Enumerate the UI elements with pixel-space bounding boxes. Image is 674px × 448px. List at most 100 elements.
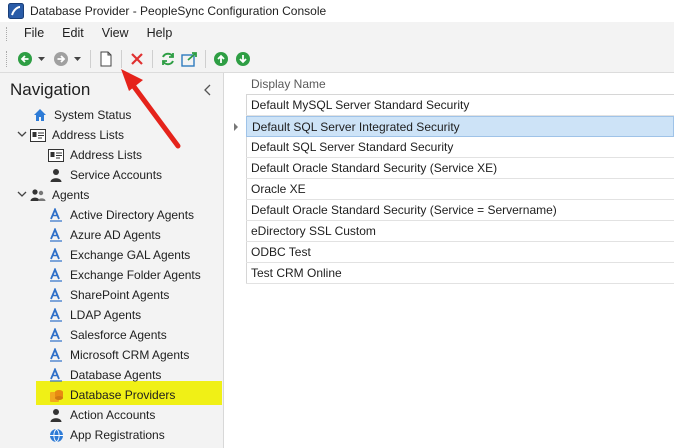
nav-item-label: LDAP Agents <box>70 308 142 322</box>
table-row[interactable]: Test CRM Online <box>246 263 674 284</box>
nav-item-active-directory-agents[interactable]: Active Directory Agents <box>48 205 194 225</box>
nav-item-label: Address Lists <box>52 128 125 142</box>
nav-item-address-lists[interactable]: Address Lists <box>48 145 142 165</box>
nav-item-azure-ad-agents[interactable]: Azure AD Agents <box>48 225 161 245</box>
nav-item-agents-group[interactable]: Agents <box>30 185 89 205</box>
menu-grip <box>6 26 9 41</box>
menu-bar: File Edit View Help <box>0 22 674 45</box>
forward-icon <box>54 51 68 66</box>
export-button[interactable] <box>179 48 201 70</box>
back-dropdown[interactable] <box>36 48 46 70</box>
nav-item-system-status[interactable]: System Status <box>32 105 131 125</box>
content-pane: Display Name Default MySQL Server Standa… <box>224 73 674 448</box>
nav-item-sharepoint-agents[interactable]: SharePoint Agents <box>48 285 169 305</box>
nav-item-label: Azure AD Agents <box>70 228 161 242</box>
nav-item-salesforce-agents[interactable]: Salesforce Agents <box>48 325 167 345</box>
nav-item-exchange-gal-agents[interactable]: Exchange GAL Agents <box>48 245 190 265</box>
agent-icon <box>48 247 64 263</box>
window-title: Database Provider - PeopleSync Configura… <box>30 4 327 18</box>
nav-item-label: Action Accounts <box>70 408 156 422</box>
home-icon <box>32 107 48 123</box>
refresh-icon <box>162 52 174 65</box>
agent-icon <box>48 367 64 383</box>
row-indicator-header <box>224 73 246 95</box>
people-icon <box>30 187 46 203</box>
menu-edit[interactable]: Edit <box>53 22 93 45</box>
nav-item-exchange-folder-agents[interactable]: Exchange Folder Agents <box>48 265 201 285</box>
address-card-icon <box>48 147 64 163</box>
table-row[interactable]: Default SQL Server Standard Security <box>246 137 674 158</box>
globe-icon <box>48 427 64 443</box>
database-provider-icon <box>48 387 64 403</box>
expand-chevron-icon[interactable] <box>16 188 28 200</box>
person-icon <box>48 407 64 423</box>
nav-item-label: Exchange Folder Agents <box>70 268 201 282</box>
move-down-button[interactable] <box>232 48 254 70</box>
nav-item-label: Database Agents <box>70 368 162 382</box>
nav-item-label: Address Lists <box>70 148 143 162</box>
nav-item-service-accounts[interactable]: Service Accounts <box>48 165 162 185</box>
agent-icon <box>48 347 64 363</box>
nav-item-app-registrations[interactable]: App Registrations <box>48 425 165 445</box>
toolbar-separator <box>90 49 91 68</box>
nav-item-label: SharePoint Agents <box>70 288 170 302</box>
toolbar <box>0 45 674 73</box>
nav-item-action-accounts[interactable]: Action Accounts <box>48 405 155 425</box>
nav-item-ldap-agents[interactable]: LDAP Agents <box>48 305 141 325</box>
chevron-down-icon <box>73 56 81 61</box>
agent-icon <box>48 307 64 323</box>
forward-button[interactable] <box>50 48 72 70</box>
toolbar-grip <box>6 50 9 67</box>
column-header-display-name[interactable]: Display Name <box>246 73 674 95</box>
navigation-header: Navigation <box>10 80 91 99</box>
table-row[interactable]: Default Oracle Standard Security (Servic… <box>246 158 674 179</box>
menu-view[interactable]: View <box>93 22 138 45</box>
nav-item-microsoft-crm-agents[interactable]: Microsoft CRM Agents <box>48 345 189 365</box>
nav-item-label: Microsoft CRM Agents <box>70 348 190 362</box>
chevron-down-icon <box>37 56 45 61</box>
agent-icon <box>48 327 64 343</box>
nav-item-label: Service Accounts <box>70 168 163 182</box>
nav-item-address-lists-group[interactable]: Address Lists <box>30 125 124 145</box>
title-bar: Database Provider - PeopleSync Configura… <box>0 0 674 22</box>
nav-item-label: Database Providers <box>70 388 176 402</box>
back-button[interactable] <box>14 48 36 70</box>
nav-item-label: Exchange GAL Agents <box>70 248 191 262</box>
current-row-arrow-icon <box>234 123 238 131</box>
table-row[interactable]: Default MySQL Server Standard Security <box>246 95 674 116</box>
app-icon <box>8 3 24 19</box>
agent-icon <box>48 287 64 303</box>
table-row[interactable]: ODBC Test <box>246 242 674 263</box>
nav-item-database-agents[interactable]: Database Agents <box>48 365 161 385</box>
collapse-chevron-icon[interactable] <box>201 83 215 97</box>
back-icon <box>18 51 32 66</box>
delete-button[interactable] <box>126 48 148 70</box>
move-up-icon <box>214 51 228 66</box>
nav-item-label: Active Directory Agents <box>70 208 195 222</box>
nav-item-database-providers[interactable]: Database Providers <box>48 385 175 405</box>
agent-icon <box>48 267 64 283</box>
table-row[interactable]: Default Oracle Standard Security (Servic… <box>246 200 674 221</box>
forward-dropdown[interactable] <box>72 48 82 70</box>
menu-help[interactable]: Help <box>138 22 182 45</box>
table-row-selected[interactable]: Default SQL Server Integrated Security <box>246 116 674 137</box>
refresh-button[interactable] <box>157 48 179 70</box>
nav-item-label: Salesforce Agents <box>70 328 167 342</box>
nav-item-label: App Registrations <box>70 428 165 442</box>
export-icon <box>181 51 197 67</box>
nav-item-label: Agents <box>52 188 90 202</box>
move-down-icon <box>236 51 250 66</box>
toolbar-separator <box>121 49 122 68</box>
agent-icon <box>48 227 64 243</box>
toolbar-separator <box>152 49 153 68</box>
delete-icon <box>131 52 143 65</box>
table-row[interactable]: Oracle XE <box>246 179 674 200</box>
expand-chevron-icon[interactable] <box>16 128 28 140</box>
menu-file[interactable]: File <box>15 22 53 45</box>
new-document-icon <box>100 51 112 66</box>
move-up-button[interactable] <box>210 48 232 70</box>
nav-item-label: System Status <box>54 108 132 122</box>
new-button[interactable] <box>95 48 117 70</box>
table-row[interactable]: eDirectory SSL Custom <box>246 221 674 242</box>
person-icon <box>48 167 64 183</box>
